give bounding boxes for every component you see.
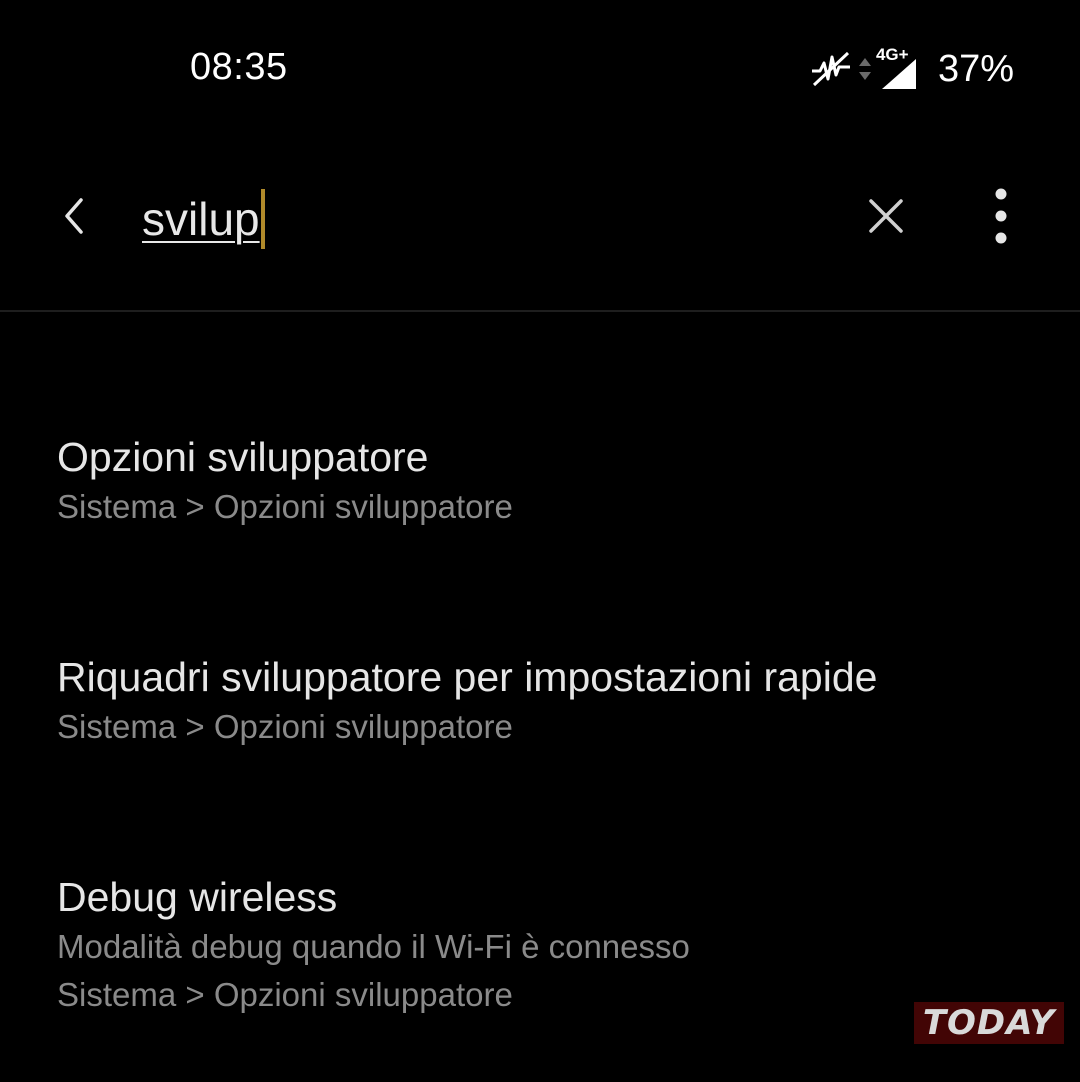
search-bar: svilup xyxy=(0,140,1080,310)
more-vertical-icon xyxy=(994,188,1008,249)
status-clock: 08:35 xyxy=(190,46,288,88)
status-icons: 4G+ 37% xyxy=(810,44,1014,94)
back-button[interactable] xyxy=(44,188,104,248)
result-path: Sistema > Opzioni sviluppatore xyxy=(57,976,513,1013)
signal-icon: 4G+ xyxy=(876,45,918,91)
clear-search-button[interactable] xyxy=(856,188,916,248)
watermark-logo: TODAY xyxy=(914,1002,1064,1044)
result-title: Debug wireless xyxy=(57,874,338,920)
battery-level: 37% xyxy=(937,47,1014,90)
result-title: Riquadri sviluppatore per impostazioni r… xyxy=(57,654,878,700)
chevron-left-icon xyxy=(59,196,89,241)
data-arrows-icon xyxy=(858,54,872,84)
more-options-button[interactable] xyxy=(972,186,1030,250)
result-title: Opzioni sviluppatore xyxy=(57,434,429,480)
text-cursor xyxy=(260,189,265,249)
status-bar: 08:35 4G+ 37% xyxy=(0,0,1080,140)
search-query-text[interactable]: svilup xyxy=(142,192,260,246)
activity-off-icon xyxy=(810,49,852,89)
result-path: Sistema > Opzioni sviluppatore xyxy=(57,488,513,525)
search-divider xyxy=(0,310,1080,312)
result-item-opzioni-sviluppatore[interactable]: Opzioni sviluppatore Sistema > Opzioni s… xyxy=(0,400,1080,560)
result-summary: Modalità debug quando il Wi-Fi è conness… xyxy=(57,928,690,965)
result-item-riquadri-sviluppatore[interactable]: Riquadri sviluppatore per impostazioni r… xyxy=(0,620,1080,780)
search-input[interactable]: svilup xyxy=(142,184,265,254)
close-icon xyxy=(867,197,905,240)
watermark-text: TODAY xyxy=(922,1003,1056,1043)
result-path: Sistema > Opzioni sviluppatore xyxy=(57,708,513,745)
